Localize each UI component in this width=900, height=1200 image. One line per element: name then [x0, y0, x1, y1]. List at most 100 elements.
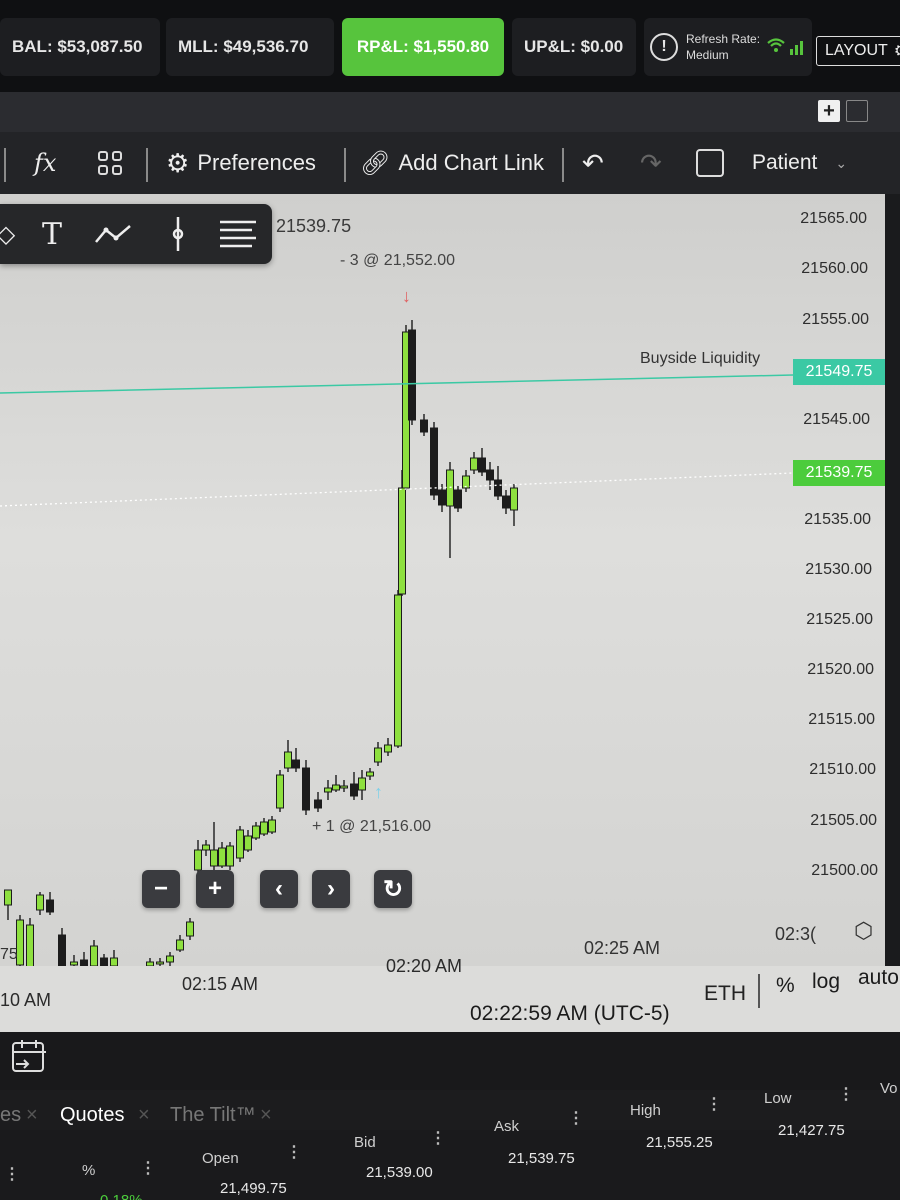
candle-body — [226, 845, 234, 867]
diamond-tool-icon[interactable]: ◇ — [0, 214, 26, 254]
price-axis-label: 21525.00 — [806, 611, 873, 628]
candle — [350, 772, 358, 800]
zoom-in-button[interactable]: + — [196, 870, 234, 908]
candle-body — [340, 785, 348, 789]
scroll-left-button[interactable]: ‹ — [260, 870, 298, 908]
calendar-icon[interactable] — [12, 1040, 46, 1072]
quote-ask: 21,539.75 — [508, 1150, 575, 1167]
quote-low: 21,427.75 — [778, 1122, 845, 1139]
candle-body — [446, 469, 454, 507]
trend-line-tool-icon[interactable] — [94, 214, 134, 254]
plus-icon: + — [207, 875, 222, 902]
quotes-table: ⋮ % ⋮ Open ⋮ Bid ⋮ Ask ⋮ High ⋮ Low ⋮ Vo… — [0, 1080, 900, 1200]
candle — [314, 792, 322, 812]
candle — [244, 830, 252, 852]
buy-arrow-icon: ↑ — [374, 782, 383, 802]
menu-lines-icon[interactable] — [218, 214, 258, 254]
candle-body — [236, 829, 244, 859]
price-axis-label: 21510.00 — [809, 761, 876, 778]
column-menu-icon[interactable]: ⋮ — [838, 1084, 854, 1104]
candle — [446, 462, 454, 558]
liquidity-line[interactable] — [0, 374, 794, 394]
last-price-readout: 21539.75 — [276, 216, 352, 236]
column-header-high[interactable]: High — [630, 1102, 661, 1119]
candle-body — [302, 767, 310, 811]
candle — [186, 918, 194, 940]
candle — [218, 842, 226, 868]
partial-price-label: 75 — [0, 946, 18, 963]
auto-toggle[interactable]: auto — [858, 966, 899, 990]
tab-close-icon[interactable]: × — [26, 1104, 38, 1127]
candle-body — [58, 934, 66, 969]
candle-body — [194, 849, 202, 871]
candle-body — [502, 495, 510, 509]
candle-body — [46, 899, 54, 913]
chevron-left-icon: ‹ — [275, 875, 283, 902]
candle — [36, 892, 44, 915]
column-menu-icon[interactable]: ⋮ — [140, 1158, 156, 1178]
scroll-right-button[interactable]: › — [312, 870, 350, 908]
candle — [358, 770, 366, 800]
column-header-open[interactable]: Open — [202, 1150, 239, 1167]
sell-arrow-icon: ↓ — [402, 286, 411, 306]
status-bar: 02:22:59 AM (UTC-5) ETH % log auto — [0, 966, 900, 1032]
buy-fill-label: + 1 @ 21,516.00 — [312, 818, 431, 835]
candle — [494, 466, 502, 500]
price-axis-label: 21535.00 — [804, 511, 871, 528]
tab-es[interactable]: es — [0, 1104, 21, 1127]
candle-body — [324, 787, 332, 793]
candle — [302, 760, 310, 815]
quote-bid: 21,539.00 — [366, 1164, 433, 1181]
candle-body — [244, 835, 252, 851]
candle-body — [218, 847, 226, 867]
candle-body — [350, 783, 358, 797]
settings-hex-icon[interactable]: ⬡ — [854, 918, 873, 944]
candle — [408, 320, 416, 425]
candle — [384, 738, 392, 756]
candle-body — [26, 924, 34, 971]
tab-the-tilt[interactable]: The Tilt™ — [170, 1104, 256, 1127]
column-menu-icon[interactable]: ⋮ — [286, 1142, 302, 1162]
percent-toggle[interactable]: % — [776, 974, 795, 998]
column-menu-icon[interactable]: ⋮ — [4, 1164, 20, 1184]
column-menu-icon[interactable]: ⋮ — [568, 1108, 584, 1128]
column-header-low[interactable]: Low — [764, 1090, 792, 1107]
candle-body — [176, 939, 184, 951]
column-header-bid[interactable]: Bid — [354, 1134, 376, 1151]
column-header-volume[interactable]: Vo — [880, 1080, 898, 1097]
log-toggle[interactable]: log — [812, 970, 840, 994]
price-axis-label: 21505.00 — [810, 812, 877, 829]
column-header-ask[interactable]: Ask — [494, 1118, 519, 1135]
price-axis-label: 21530.00 — [805, 561, 872, 578]
candle-body — [90, 945, 98, 967]
reset-chart-button[interactable]: ↻ — [374, 870, 412, 908]
tab-quotes[interactable]: Quotes — [60, 1104, 124, 1127]
candle — [398, 470, 406, 596]
last-price-tag: 21539.75 — [793, 460, 885, 486]
tab-close-icon[interactable]: × — [260, 1104, 272, 1127]
quote-high: 21,555.25 — [646, 1134, 713, 1151]
candle-body — [486, 469, 494, 481]
column-header-percent[interactable]: % — [82, 1162, 95, 1179]
time-label: 02:3( — [775, 924, 817, 944]
session-button[interactable]: ETH — [704, 982, 746, 1006]
candle-body — [374, 747, 382, 763]
candle — [292, 748, 300, 772]
candle — [46, 892, 54, 915]
column-menu-icon[interactable]: ⋮ — [706, 1094, 722, 1114]
price-axis-label: 21565.00 — [800, 210, 867, 227]
quote-open: 21,499.75 — [220, 1180, 287, 1197]
candle — [502, 490, 510, 514]
zoom-out-button[interactable]: − — [142, 870, 180, 908]
vertical-line-tool-icon[interactable] — [158, 214, 198, 254]
candle — [454, 486, 462, 512]
column-menu-icon[interactable]: ⋮ — [430, 1128, 446, 1148]
candle — [284, 740, 292, 772]
minus-icon: − — [153, 875, 168, 902]
candle-body — [252, 825, 260, 839]
tab-close-icon[interactable]: × — [138, 1104, 150, 1127]
candle-body — [510, 487, 518, 511]
candle — [324, 780, 332, 800]
text-tool-icon[interactable]: T — [32, 214, 72, 254]
candle — [276, 770, 284, 812]
